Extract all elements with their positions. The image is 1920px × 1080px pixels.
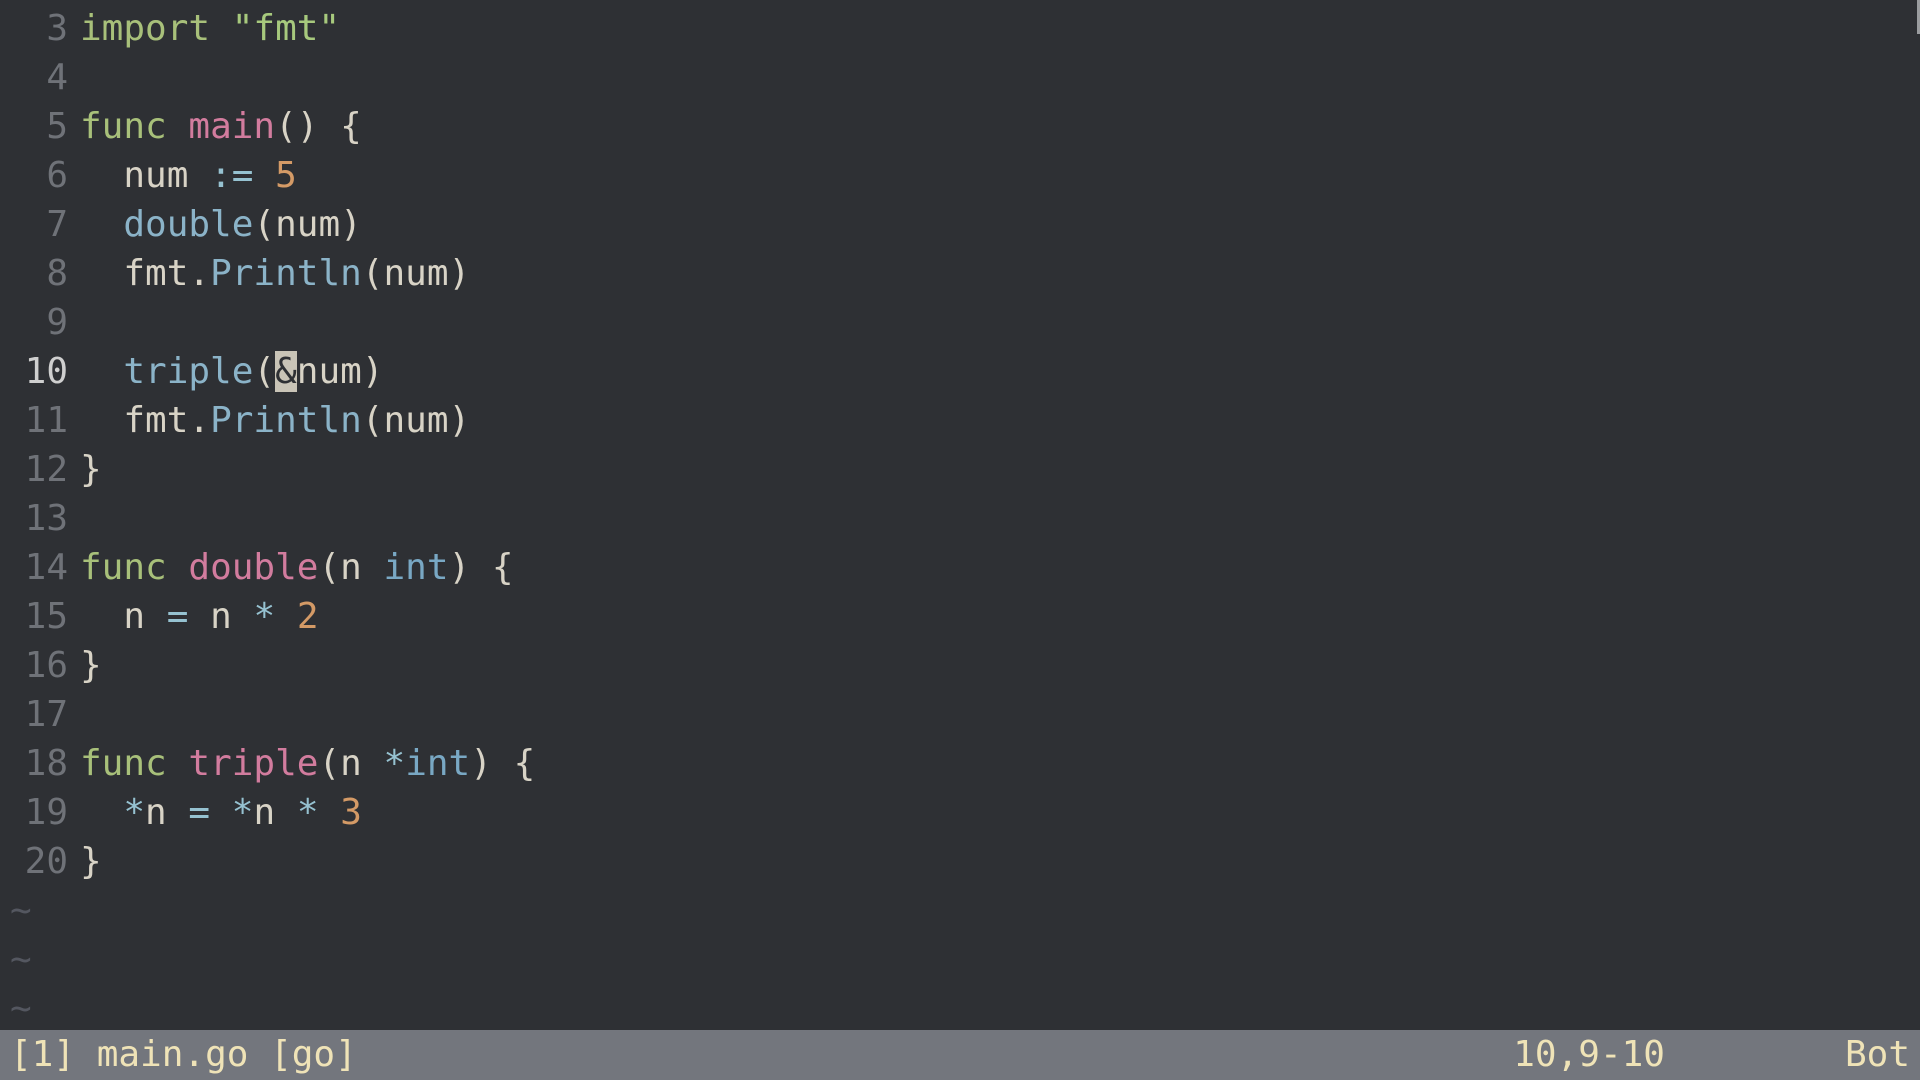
code-line[interactable]: 11 fmt.Println(num) [0,396,1920,445]
empty-line-tilde: ~ [0,984,1920,1033]
code-content[interactable]: triple(&num) [80,347,384,396]
line-number: 14 [0,543,80,592]
line-number: 4 [0,53,80,102]
line-number: 7 [0,200,80,249]
code-content[interactable]: fmt.Println(num) [80,249,470,298]
code-line[interactable]: 7 double(num) [0,200,1920,249]
code-line[interactable]: 18func triple(n *int) { [0,739,1920,788]
line-number: 9 [0,298,80,347]
line-number: 12 [0,445,80,494]
status-file: [1] main.go [go] [10,1030,357,1080]
code-line[interactable]: 8 fmt.Println(num) [0,249,1920,298]
code-line[interactable]: 6 num := 5 [0,151,1920,200]
status-bar: [1] main.go [go] 10,9-10 Bot [0,1030,1920,1080]
empty-line-tilde: ~ [0,935,1920,984]
code-line[interactable]: 10 triple(&num) [0,347,1920,396]
line-number: 13 [0,494,80,543]
code-line[interactable]: 14func double(n int) { [0,543,1920,592]
status-position: 10,9-10 [1513,1030,1845,1080]
code-content[interactable]: import "fmt" [80,4,340,53]
line-number: 19 [0,788,80,837]
code-content[interactable]: func main() { [80,102,362,151]
line-number: 6 [0,151,80,200]
line-number: 20 [0,837,80,886]
status-scroll: Bot [1845,1030,1910,1080]
code-content[interactable]: } [80,445,102,494]
line-number: 10 [0,347,80,396]
line-number: 18 [0,739,80,788]
code-content[interactable]: } [80,837,102,886]
line-number: 16 [0,641,80,690]
line-number: 8 [0,249,80,298]
code-content[interactable]: num := 5 [80,151,297,200]
code-line[interactable]: 17 [0,690,1920,739]
code-content[interactable]: *n = *n * 3 [80,788,362,837]
empty-line-tilde: ~ [0,886,1920,935]
line-number: 5 [0,102,80,151]
code-line[interactable]: 12} [0,445,1920,494]
code-content[interactable]: func triple(n *int) { [80,739,535,788]
code-line[interactable]: 4 [0,53,1920,102]
code-line[interactable]: 16} [0,641,1920,690]
code-line[interactable]: 15 n = n * 2 [0,592,1920,641]
line-number: 17 [0,690,80,739]
code-line[interactable]: 20} [0,837,1920,886]
code-content[interactable]: func double(n int) { [80,543,514,592]
line-number: 3 [0,4,80,53]
code-line[interactable]: 3import "fmt" [0,4,1920,53]
code-line[interactable]: 9 [0,298,1920,347]
code-content[interactable]: fmt.Println(num) [80,396,470,445]
code-editor[interactable]: 3import "fmt"45func main() {6 num := 57 … [0,0,1920,1030]
code-content[interactable]: } [80,641,102,690]
code-content[interactable]: n = n * 2 [80,592,319,641]
code-line[interactable]: 19 *n = *n * 3 [0,788,1920,837]
code-content[interactable]: double(num) [80,200,362,249]
code-line[interactable]: 13 [0,494,1920,543]
code-line[interactable]: 5func main() { [0,102,1920,151]
line-number: 15 [0,592,80,641]
line-number: 11 [0,396,80,445]
